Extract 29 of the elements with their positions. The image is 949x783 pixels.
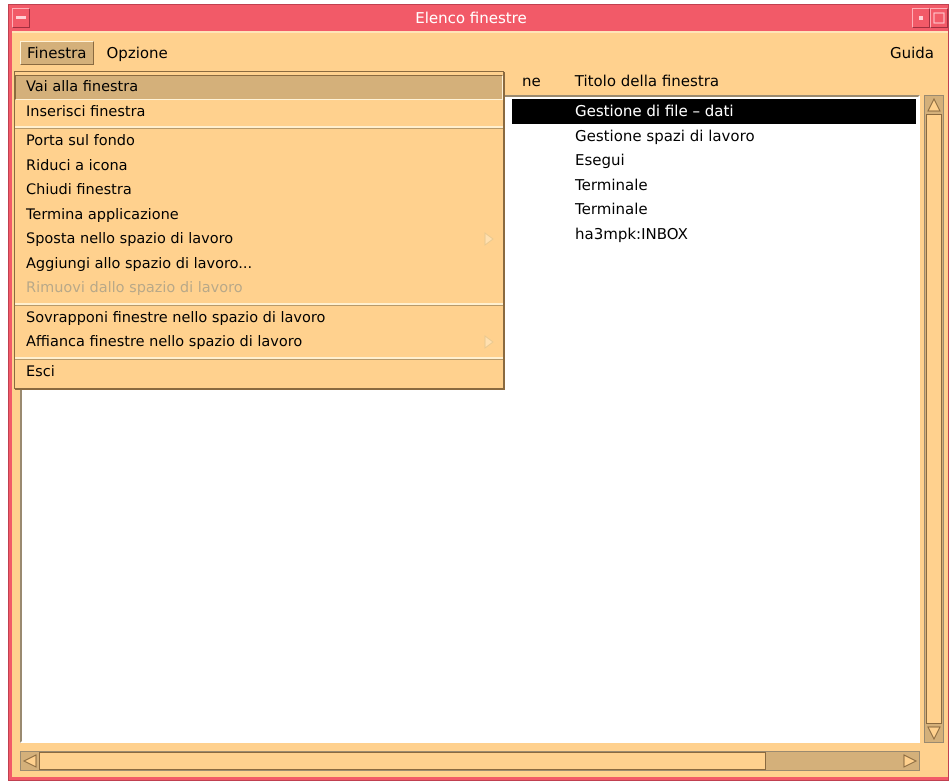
menu-item[interactable]: Sposta nello spazio di lavoro [15,227,503,252]
vertical-scrollbar[interactable] [924,95,944,743]
menu-item[interactable]: Vai alla finestra [15,75,503,100]
scroll-right-arrow-icon[interactable] [901,752,919,770]
column-header: Titolo della finestra [574,72,720,90]
bar-icon [16,16,26,20]
menu-item[interactable]: Esci [15,360,503,384]
scroll-left-arrow-icon[interactable] [21,752,39,770]
menu-bar-item[interactable]: Finestra [20,41,94,65]
menu-item[interactable]: Sovrapponi finestre nello spazio di lavoro [15,306,503,330]
square-icon [933,12,945,24]
minimize-button[interactable] [912,8,930,28]
menu-bar-item[interactable]: Guida [880,42,944,64]
menu-item[interactable]: Porta sul fondo [15,129,503,154]
list-row[interactable]: Gestione di file – dati [512,99,916,124]
column-header: ne [522,72,541,90]
menu-item[interactable]: Termina applicazione [15,202,503,227]
menu-item[interactable]: Inserisci finestra [15,100,503,124]
window-menu-button[interactable] [12,8,30,28]
window-title: Elenco finestre [414,9,528,27]
scroll-up-arrow-icon[interactable] [925,96,943,114]
menu-item[interactable]: Aggiungi allo spazio di lavoro... [15,252,503,276]
scroll-down-arrow-icon[interactable] [925,724,943,742]
horizontal-scrollbar[interactable] [20,751,920,771]
maximize-button[interactable] [930,8,948,28]
menu-item[interactable]: Chiudi finestra [15,178,503,202]
menu-item[interactable]: Riduci a icona [15,154,503,178]
menu-item[interactable]: Affianca finestre nello spazio di lavoro [15,330,503,354]
menu-bar-item[interactable]: Opzione [100,41,175,65]
